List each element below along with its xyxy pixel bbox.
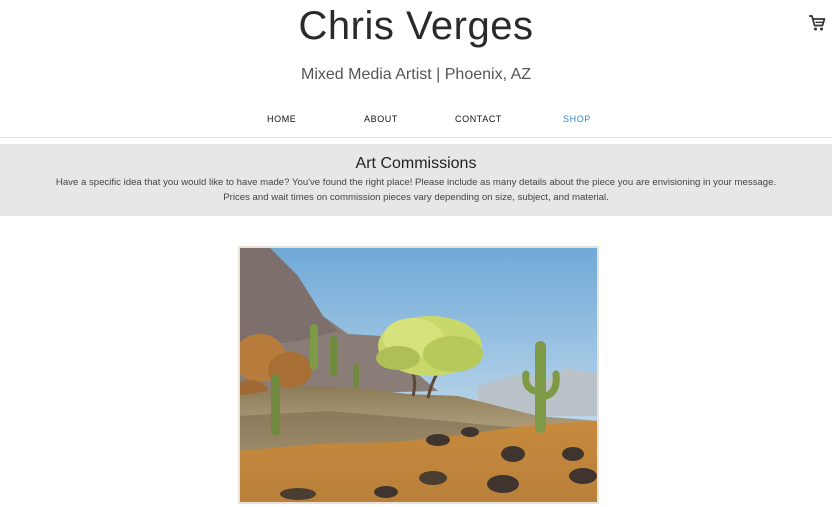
nav-item-about[interactable]: ABOUT [364, 114, 398, 124]
nav-item-home[interactable]: HOME [267, 114, 296, 124]
banner-text: Have a specific idea that you would like… [0, 175, 832, 205]
site-title[interactable]: Chris Verges [0, 4, 832, 49]
banner-line-2: Prices and wait times on commission piec… [223, 192, 609, 203]
artwork-image[interactable] [238, 246, 599, 504]
banner-heading: Art Commissions [355, 155, 477, 172]
commission-banner: Art Commissions Have a specific idea tha… [0, 144, 832, 216]
banner-line-1: Have a specific idea that you would like… [55, 177, 777, 188]
shopping-cart-icon[interactable] [808, 14, 826, 32]
main-nav: HOME ABOUT CONTACT SHOP [0, 114, 832, 130]
site-tagline: Mixed Media Artist | Phoenix, AZ [300, 66, 532, 83]
site-header: Chris Verges Mixed Media Artist | Phoeni… [0, 0, 832, 138]
nav-item-contact[interactable]: CONTACT [455, 114, 502, 124]
nav-item-shop[interactable]: SHOP [563, 114, 591, 124]
